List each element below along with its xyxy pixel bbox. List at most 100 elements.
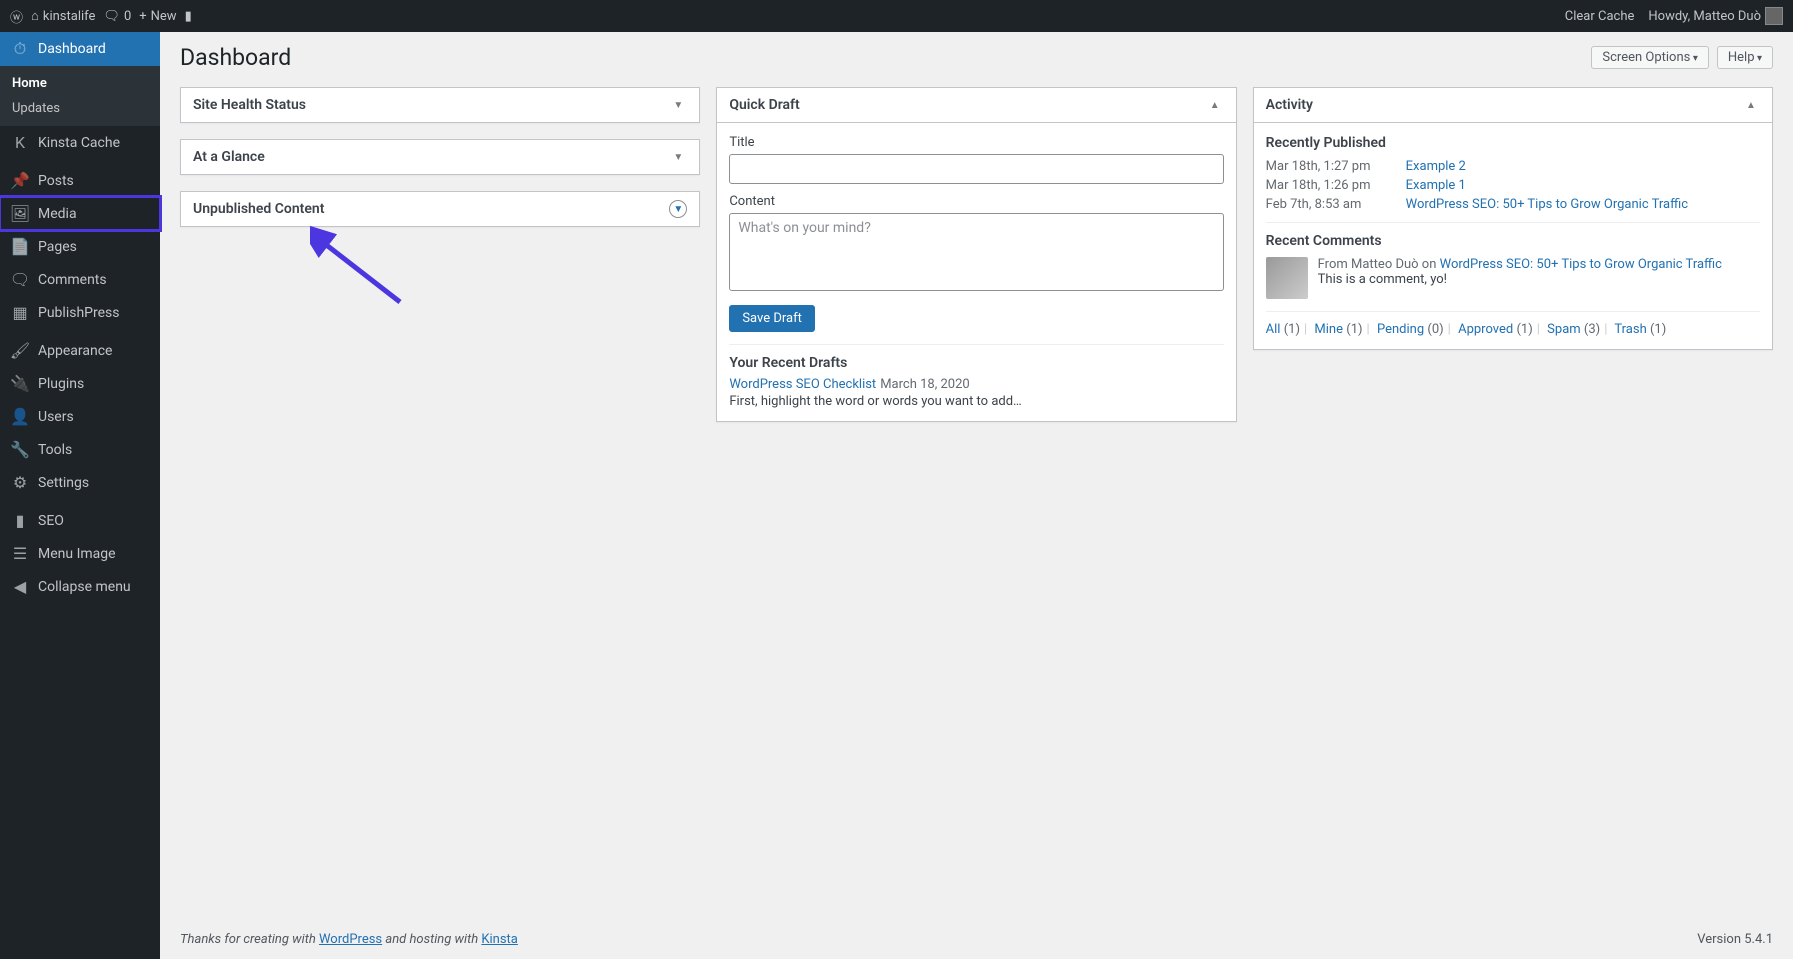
dashboard-icon: ⏱	[10, 39, 30, 59]
toggle-icon[interactable]: ▲	[1742, 96, 1760, 114]
draft-link[interactable]: WordPress SEO Checklist	[729, 377, 876, 392]
menu-plugins[interactable]: 🔌Plugins	[0, 367, 160, 400]
plus-icon: +	[139, 9, 146, 24]
toggle-icon[interactable]: ▼	[669, 96, 687, 114]
help-button[interactable]: Help	[1717, 46, 1773, 69]
sidebar-label: Appearance	[38, 343, 112, 359]
site-link[interactable]: ⌂ kinstalife	[31, 8, 95, 24]
menu-users[interactable]: 👤Users	[0, 400, 160, 433]
draft-content-input[interactable]	[729, 213, 1223, 291]
activity-row: Mar 18th, 1:27 pm Example 2	[1266, 159, 1760, 174]
site-health-box: Site Health Status ▼	[180, 87, 700, 123]
activity-date: Mar 18th, 1:26 pm	[1266, 178, 1406, 193]
comments-link[interactable]: 🗨 0	[103, 9, 131, 24]
menu-collapse[interactable]: ◀ Collapse menu	[0, 570, 160, 603]
postbox-title: Quick Draft	[729, 97, 799, 113]
menu-comments[interactable]: 🗨Comments	[0, 263, 160, 296]
quick-draft-box: Quick Draft ▲ Title Content Save Draft Y…	[716, 87, 1236, 422]
sidebar-label: Pages	[38, 239, 77, 255]
menu-pages[interactable]: 📄 Pages	[0, 230, 160, 263]
content-label: Content	[729, 194, 1223, 209]
brush-icon: 🖌	[10, 341, 30, 360]
activity-link[interactable]: WordPress SEO: 50+ Tips to Grow Organic …	[1406, 197, 1688, 212]
collapse-icon: ◀	[10, 577, 30, 596]
menu-posts[interactable]: 📌Posts	[0, 164, 160, 197]
footer-text: Thanks for creating with	[180, 932, 319, 947]
dashboard-submenu: Home Updates	[0, 66, 160, 126]
save-draft-button[interactable]: Save Draft	[729, 305, 815, 332]
content-area: Dashboard Screen Options Help Site Healt…	[160, 32, 1793, 959]
screen-options-button[interactable]: Screen Options	[1591, 46, 1708, 69]
wp-logo-icon[interactable]: ⓦ	[10, 7, 23, 26]
at-a-glance-box: At a Glance ▼	[180, 139, 700, 175]
draft-title-input[interactable]	[729, 154, 1223, 184]
draft-excerpt: First, highlight the word or words you w…	[729, 394, 1223, 409]
submenu-updates[interactable]: Updates	[0, 96, 160, 121]
postbox-title: Unpublished Content	[193, 201, 324, 217]
kinsta-link[interactable]: Kinsta	[481, 932, 518, 947]
postbox-title: Site Health Status	[193, 97, 306, 113]
clear-cache-link[interactable]: Clear Cache	[1565, 9, 1635, 24]
comment-icon: 🗨	[103, 9, 120, 24]
admin-toolbar: ⓦ ⌂ kinstalife 🗨 0 + New ▮ Clear Cache H…	[0, 0, 1793, 32]
home-icon: ⌂	[31, 8, 39, 24]
yoast-icon[interactable]: ▮	[185, 9, 192, 24]
menu-menu-image[interactable]: ☰ Menu Image	[0, 537, 160, 570]
comment-from: From Matteo Duò on	[1318, 257, 1440, 272]
avatar-icon	[1765, 7, 1783, 25]
recent-drafts-heading: Your Recent Drafts	[729, 355, 1223, 371]
sidebar-label: Posts	[38, 173, 74, 189]
menu-dashboard[interactable]: ⏱ Dashboard	[0, 32, 160, 66]
filter-trash[interactable]: Trash	[1614, 322, 1646, 337]
recently-published-heading: Recently Published	[1266, 135, 1760, 151]
toggle-icon[interactable]: ▲	[1206, 96, 1224, 114]
page-title: Dashboard	[180, 44, 291, 71]
activity-row: Mar 18th, 1:26 pm Example 1	[1266, 178, 1760, 193]
toggle-icon[interactable]: ▼	[669, 148, 687, 166]
menu-settings[interactable]: ⚙Settings	[0, 466, 160, 499]
toggle-icon[interactable]: ▼	[669, 200, 687, 218]
comment-filters: All (1)| Mine (1)| Pending (0)| Approved…	[1266, 311, 1760, 337]
comment-icon: 🗨	[10, 270, 30, 289]
publishpress-icon: ▦	[10, 303, 30, 322]
postbox-title: At a Glance	[193, 149, 265, 165]
comment-count: 0	[124, 9, 131, 24]
page-icon: 📄	[10, 237, 30, 256]
menu-tools[interactable]: 🔧 Tools	[0, 433, 160, 466]
sidebar-label: Collapse menu	[38, 579, 131, 595]
filter-mine[interactable]: Mine	[1314, 322, 1343, 337]
activity-link[interactable]: Example 2	[1406, 159, 1466, 174]
media-icon: 🖼	[10, 204, 30, 223]
menu-seo[interactable]: ▮SEO	[0, 504, 160, 537]
filter-spam[interactable]: Spam	[1547, 322, 1581, 337]
activity-link[interactable]: Example 1	[1406, 178, 1466, 193]
menu-kinsta-cache[interactable]: KKinsta Cache	[0, 126, 160, 159]
wrench-icon: 🔧	[10, 440, 30, 459]
new-label: New	[151, 9, 177, 24]
title-label: Title	[729, 135, 1223, 150]
activity-row: Feb 7th, 8:53 am WordPress SEO: 50+ Tips…	[1266, 197, 1760, 212]
sidebar-label: Menu Image	[38, 546, 116, 562]
new-link[interactable]: + New	[139, 9, 176, 24]
footer-text: and hosting with	[382, 932, 481, 947]
filter-pending[interactable]: Pending	[1377, 322, 1424, 337]
wordpress-link[interactable]: WordPress	[319, 932, 382, 947]
comment-post-link[interactable]: WordPress SEO: 50+ Tips to Grow Organic …	[1440, 257, 1722, 272]
sidebar-label: Dashboard	[38, 41, 106, 57]
sidebar-label: Tools	[38, 442, 72, 458]
filter-all[interactable]: All	[1266, 322, 1281, 337]
avatar	[1266, 257, 1308, 299]
sidebar-label: Users	[38, 409, 74, 425]
activity-date: Feb 7th, 8:53 am	[1266, 197, 1406, 212]
howdy-link[interactable]: Howdy, Matteo Duò	[1648, 7, 1783, 25]
menu-icon: ☰	[10, 544, 30, 563]
menu-publishpress[interactable]: ▦PublishPress	[0, 296, 160, 329]
filter-approved[interactable]: Approved	[1458, 322, 1513, 337]
comment-text: This is a comment, yo!	[1318, 272, 1722, 287]
submenu-home[interactable]: Home	[0, 71, 160, 96]
menu-media[interactable]: 🖼Media	[0, 197, 160, 230]
sidebar-label: Plugins	[38, 376, 84, 392]
recent-comments-heading: Recent Comments	[1266, 233, 1760, 249]
site-name: kinstalife	[43, 9, 96, 24]
menu-appearance[interactable]: 🖌 Appearance	[0, 334, 160, 367]
